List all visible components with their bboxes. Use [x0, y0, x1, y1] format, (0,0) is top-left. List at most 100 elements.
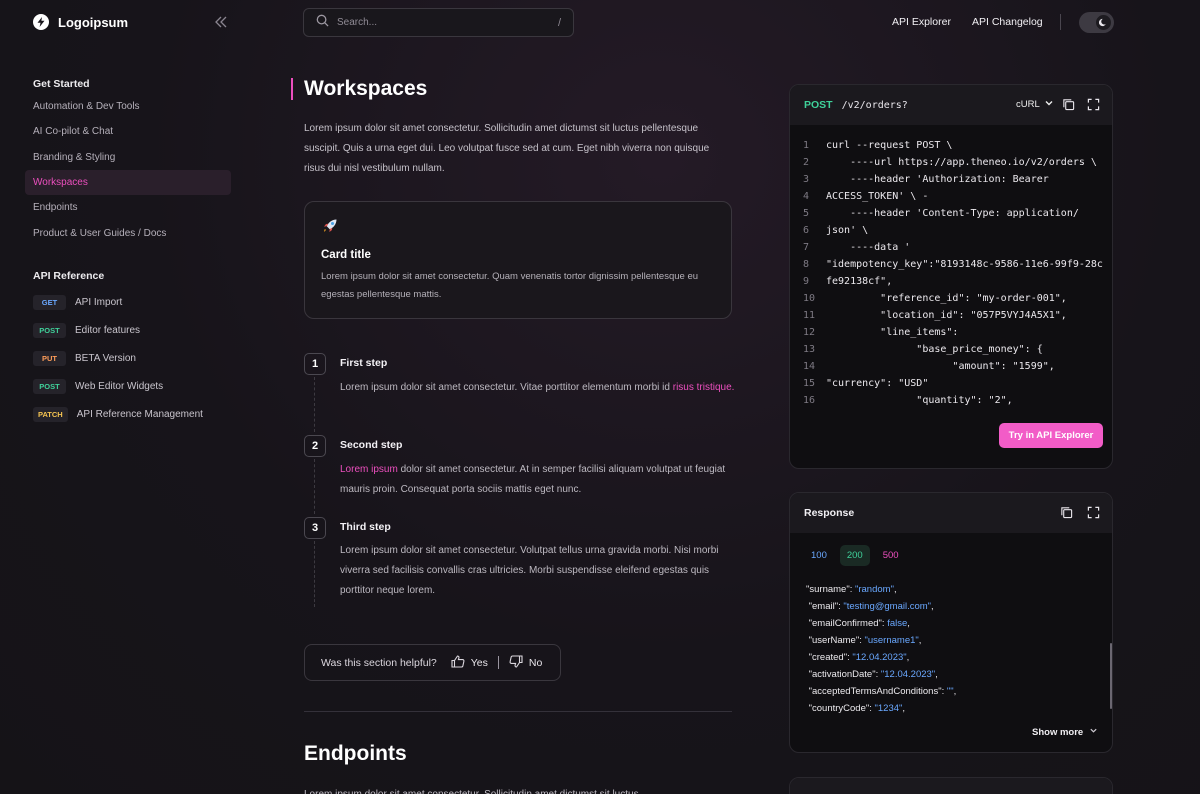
line-number: 11	[803, 310, 816, 321]
sidebar-item-branding[interactable]: Branding & Styling	[25, 145, 231, 170]
rocket-icon	[321, 217, 339, 235]
logo[interactable]: Logoipsum	[33, 14, 128, 30]
chevron-down-icon	[1044, 98, 1054, 111]
tab-500[interactable]: 500	[876, 545, 906, 566]
code-line: 11 "location_id": "057P5VYJ4A5X1",	[790, 307, 1112, 324]
step-title: Second step	[340, 439, 403, 451]
json-line: "email": "testing@gmail.com",	[806, 598, 1086, 615]
show-more-button[interactable]: Show more	[1032, 726, 1098, 738]
code-text: ACCESS_TOKEN' \ -	[826, 191, 929, 202]
api-item-label: Editor features	[75, 324, 141, 336]
json-line: "userName": "username1",	[806, 632, 1086, 649]
info-card[interactable]: Card title Lorem ipsum dolor sit amet co…	[304, 201, 732, 319]
tab-100[interactable]: 100	[804, 545, 834, 566]
feedback-yes-label: Yes	[470, 656, 488, 669]
scrollbar-thumb[interactable]	[1110, 643, 1112, 709]
expand-icon[interactable]	[1087, 506, 1101, 520]
title-accent-bar	[291, 78, 293, 100]
step-connector	[314, 377, 315, 432]
json-key: "acceptedTermsAndConditions":	[806, 686, 947, 697]
sidebar-item-automation[interactable]: Automation & Dev Tools	[25, 94, 231, 119]
thumbs-up-icon	[451, 654, 465, 671]
line-number: 14	[803, 361, 816, 372]
sidebar-item-ai-copilot[interactable]: AI Co-pilot & Chat	[25, 119, 231, 144]
code-line: 3 ----header 'Authorization: Bearer	[790, 171, 1112, 188]
copy-icon[interactable]	[1060, 506, 1074, 520]
code-text: "reference_id": "my-order-001",	[826, 293, 1067, 304]
line-number: 13	[803, 344, 816, 355]
json-line: "activationDate": "12.04.2023",	[806, 666, 1086, 683]
sidebar-item-workspaces[interactable]: Workspaces	[25, 170, 231, 195]
json-value: "random"	[854, 584, 894, 595]
copy-icon[interactable]	[1062, 98, 1076, 112]
response-panel: Response 100 200 500 "surname": "random"…	[789, 492, 1113, 753]
tab-200[interactable]: 200	[839, 545, 870, 566]
step-connector	[314, 459, 315, 514]
line-number: 3	[803, 174, 810, 185]
response-title: Response	[804, 507, 855, 519]
section-label-api-reference: API Reference	[33, 270, 105, 282]
search-input[interactable]	[337, 17, 550, 28]
json-punct: ,	[918, 635, 922, 646]
code-line: 13 "base_price_money": {	[790, 341, 1112, 358]
code-text: json' \	[826, 225, 869, 236]
code-line: 2 ----url https://app.theneo.io/v2/order…	[790, 154, 1112, 171]
page-title: Workspaces	[304, 77, 428, 100]
method-badge: PATCH	[33, 406, 68, 422]
json-line: "emailConfirmed": false,	[806, 615, 1086, 632]
try-in-api-explorer-button[interactable]: Try in API Explorer	[999, 423, 1103, 448]
bolt-icon	[33, 14, 49, 30]
step-text-content: Lorem ipsum dolor sit amet consectetur. …	[340, 382, 673, 393]
api-item-import[interactable]: GET API Import	[33, 293, 122, 311]
theme-toggle[interactable]	[1079, 12, 1114, 33]
api-item-label: BETA Version	[75, 352, 136, 364]
sidebar-item-endpoints[interactable]: Endpoints	[25, 195, 231, 220]
json-value: "12.04.2023"	[880, 669, 936, 680]
json-punct: ,	[893, 584, 897, 595]
method-badge: PUT	[33, 350, 66, 366]
method-badge: POST	[33, 322, 66, 338]
line-number: 8	[803, 259, 810, 270]
request-code-panel: POST /v2/orders? cURL 1 curl --request PO…	[789, 84, 1113, 469]
line-number: 5	[803, 208, 810, 219]
code-text: "currency": "USD"	[826, 378, 929, 389]
endpoint-path: /v2/orders?	[841, 99, 908, 111]
search-box[interactable]: /	[303, 8, 574, 37]
method-badge: POST	[33, 378, 66, 394]
method-badge: GET	[33, 294, 66, 310]
line-number: 12	[803, 327, 816, 338]
json-punct: ,	[935, 669, 938, 680]
additional-panel	[789, 777, 1113, 794]
sidebar-item-product-guides[interactable]: Product & User Guides / Docs	[25, 221, 231, 246]
thumbs-down-icon	[509, 654, 523, 671]
feedback-no-button[interactable]: No	[509, 654, 543, 671]
api-changelog-link[interactable]: API Changelog	[972, 16, 1043, 28]
feedback-no-label: No	[528, 656, 543, 669]
json-line: "countryCode": "1234",	[806, 700, 1086, 717]
response-json: "surname": "random", "email": "testing@g…	[806, 581, 1086, 717]
collapse-sidebar-icon[interactable]	[213, 14, 229, 30]
feedback-question: Was this section helpful?	[321, 656, 437, 669]
api-item-reference-management[interactable]: PATCH API Reference Management	[33, 405, 203, 423]
json-key: "created":	[806, 652, 853, 663]
line-number: 1	[803, 140, 810, 151]
language-select[interactable]: cURL	[1016, 98, 1054, 111]
http-method: POST	[804, 99, 833, 111]
json-key: "surname":	[806, 584, 855, 595]
line-number: 15	[803, 378, 816, 389]
code-text: fe92138cf",	[826, 276, 893, 287]
step-number: 2	[304, 435, 326, 457]
api-item-editor-features[interactable]: POST Editor features	[33, 321, 140, 339]
intro-paragraph: Lorem ipsum dolor sit amet consectetur. …	[304, 123, 710, 174]
api-item-web-editor-widgets[interactable]: POST Web Editor Widgets	[33, 377, 163, 395]
step-link[interactable]: risus tristique.	[673, 382, 735, 393]
step-text: Lorem ipsum dolor sit amet consectetur. …	[340, 378, 735, 398]
api-item-beta-version[interactable]: PUT BETA Version	[33, 349, 136, 367]
api-explorer-link[interactable]: API Explorer	[892, 16, 951, 28]
line-number: 7	[803, 242, 810, 253]
step-link[interactable]: Lorem ipsum	[340, 464, 398, 475]
api-item-label: API Import	[75, 296, 123, 308]
feedback-yes-button[interactable]: Yes	[451, 654, 488, 671]
step-title: Third step	[340, 521, 391, 533]
expand-icon[interactable]	[1087, 98, 1101, 112]
